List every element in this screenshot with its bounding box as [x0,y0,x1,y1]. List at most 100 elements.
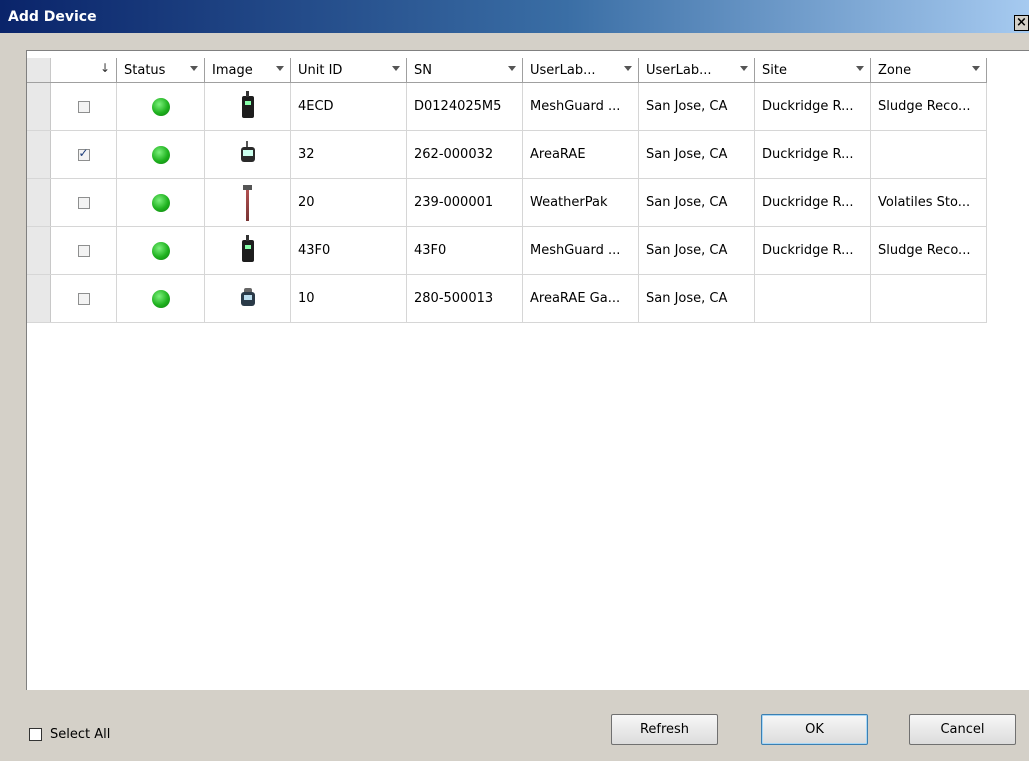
status-cell [117,83,205,130]
area-monitor-icon [240,141,255,162]
row-checkbox[interactable] [77,292,90,305]
image-cell [205,131,291,178]
filter-dropdown-icon[interactable] [276,66,284,71]
close-button[interactable]: × [1014,15,1029,31]
column-header-unit-id[interactable]: Unit ID [291,58,407,82]
select-all-checkbox[interactable] [29,728,42,741]
userlabel2-cell: San Jose, CA [639,131,755,178]
select-cell[interactable] [51,83,117,130]
site-cell: Duckridge R... [755,131,871,178]
site-cell: Duckridge R... [755,179,871,226]
table-row[interactable]: 10 280-500013 AreaRAE Ga... San Jose, CA [27,275,987,323]
unit-id-cell: 4ECD [291,83,407,130]
site-cell: Duckridge R... [755,83,871,130]
row-checkbox[interactable] [77,196,90,209]
row-checkbox[interactable] [77,100,90,113]
column-header-select[interactable]: ↓ [51,58,117,82]
userlabel1-cell: AreaRAE [523,131,639,178]
grid-header: ↓ Status Image Unit ID SN UserLab... Use… [27,58,987,83]
image-cell [205,227,291,274]
title-bar: Add Device × [0,0,1029,33]
table-row[interactable]: 32 262-000032 AreaRAE San Jose, CA Duckr… [27,131,987,179]
zone-cell [871,131,987,178]
row-checkbox[interactable] [77,146,90,161]
userlabel2-cell: San Jose, CA [639,227,755,274]
grid-rows: 4ECD D0124025M5 MeshGuard ... San Jose, … [27,83,987,323]
column-header-image[interactable]: Image [205,58,291,82]
table-row[interactable]: 20 239-000001 WeatherPak San Jose, CA Du… [27,179,987,227]
zone-cell [871,275,987,322]
green-status-icon [151,193,170,212]
column-header-userlabel2[interactable]: UserLab... [639,58,755,82]
select-all-label[interactable]: Select All [50,727,110,742]
filter-dropdown-icon[interactable] [392,66,400,71]
select-cell[interactable] [51,131,117,178]
green-status-icon [151,241,170,260]
row-indicator[interactable] [27,227,51,274]
userlabel2-cell: San Jose, CA [639,83,755,130]
column-header-label: Image [212,62,253,78]
status-cell [117,179,205,226]
userlabel1-cell: WeatherPak [523,179,639,226]
userlabel2-cell: San Jose, CA [639,179,755,226]
gas-monitor-icon [240,287,255,306]
sn-cell: D0124025M5 [407,83,523,130]
filter-dropdown-icon[interactable] [190,66,198,71]
sn-cell: 262-000032 [407,131,523,178]
userlabel2-cell: San Jose, CA [639,275,755,322]
column-header-userlabel1[interactable]: UserLab... [523,58,639,82]
zone-cell: Sludge Reco... [871,227,987,274]
image-cell [205,179,291,226]
zone-cell: Sludge Reco... [871,83,987,130]
status-cell [117,227,205,274]
green-status-icon [151,289,170,308]
select-cell[interactable] [51,179,117,226]
column-header-label: Unit ID [298,62,343,78]
table-row[interactable]: 4ECD D0124025M5 MeshGuard ... San Jose, … [27,83,987,131]
sort-descending-icon[interactable]: ↓ [100,61,110,75]
cancel-button[interactable]: Cancel [909,714,1016,745]
userlabel1-cell: AreaRAE Ga... [523,275,639,322]
handheld-monitor-icon [241,90,254,118]
unit-id-cell: 20 [291,179,407,226]
userlabel1-cell: MeshGuard ... [523,227,639,274]
filter-dropdown-icon[interactable] [740,66,748,71]
row-indicator[interactable] [27,275,51,322]
row-indicator[interactable] [27,83,51,130]
column-header-sn[interactable]: SN [407,58,523,82]
green-status-icon [151,145,170,164]
column-header-label: Status [124,62,166,78]
table-row[interactable]: 43F0 43F0 MeshGuard ... San Jose, CA Duc… [27,227,987,275]
select-cell[interactable] [51,227,117,274]
filter-dropdown-icon[interactable] [972,66,980,71]
column-header-label: Zone [878,62,912,78]
column-header-status[interactable]: Status [117,58,205,82]
column-header-site[interactable]: Site [755,58,871,82]
green-status-icon [151,97,170,116]
status-cell [117,131,205,178]
row-checkbox[interactable] [77,244,90,257]
filter-dropdown-icon[interactable] [624,66,632,71]
refresh-button[interactable]: Refresh [611,714,718,745]
column-header-zone[interactable]: Zone [871,58,987,82]
select-cell[interactable] [51,275,117,322]
device-grid: ↓ Status Image Unit ID SN UserLab... Use… [26,50,1029,690]
userlabel1-cell: MeshGuard ... [523,83,639,130]
select-all-control[interactable]: Select All [29,727,110,742]
unit-id-cell: 32 [291,131,407,178]
sn-cell: 239-000001 [407,179,523,226]
image-cell [205,275,291,322]
status-cell [117,275,205,322]
unit-id-cell: 43F0 [291,227,407,274]
image-cell [205,83,291,130]
weather-station-icon [243,184,252,221]
filter-dropdown-icon[interactable] [856,66,864,71]
window-title: Add Device [8,8,97,25]
filter-dropdown-icon[interactable] [508,66,516,71]
column-header-label: Site [762,62,787,78]
row-indicator[interactable] [27,131,51,178]
ok-button[interactable]: OK [761,714,868,745]
sn-cell: 280-500013 [407,275,523,322]
row-indicator[interactable] [27,179,51,226]
column-header-label: UserLab... [646,62,712,78]
